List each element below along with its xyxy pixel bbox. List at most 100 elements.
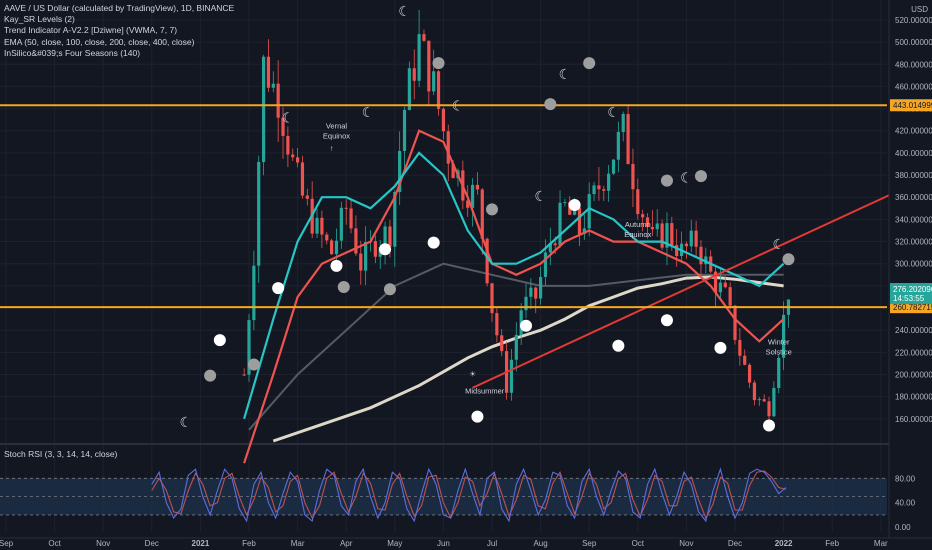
candle-body[interactable] [641, 214, 645, 218]
candle-body[interactable] [699, 246, 703, 265]
candle-body[interactable] [602, 189, 606, 191]
candle-body[interactable] [325, 234, 329, 241]
candle-body[interactable] [349, 208, 353, 229]
candle-body[interactable] [529, 287, 533, 297]
candle-body[interactable] [427, 40, 431, 92]
candle-body[interactable] [509, 359, 514, 393]
candle-body[interactable] [490, 283, 494, 314]
candle-body[interactable] [330, 240, 334, 255]
candle-body[interactable] [767, 401, 771, 417]
price-tick-label: 500.000000 [895, 38, 932, 47]
candle-body[interactable] [344, 207, 348, 209]
candle-body[interactable] [762, 399, 766, 402]
price-tick-label: 400.000000 [895, 149, 932, 158]
candle-body[interactable] [636, 189, 640, 215]
legend-four-seasons[interactable]: InSilico&#039;s Four Seasons (140) [4, 48, 234, 59]
candle-body[interactable] [446, 131, 450, 164]
candle-body[interactable] [252, 265, 256, 321]
candle-body[interactable] [616, 131, 620, 160]
candle-body[interactable] [261, 56, 266, 162]
candle-body[interactable] [266, 56, 271, 88]
candle-body[interactable] [553, 243, 557, 246]
candle-body[interactable] [597, 185, 601, 190]
candle-body[interactable] [257, 161, 261, 266]
legend-title: AAVE / US Dollar (calculated by TradingV… [4, 3, 235, 13]
candle-body[interactable] [539, 276, 543, 299]
candle-body[interactable] [558, 202, 562, 246]
time-tick-label: Dec [145, 539, 159, 548]
candle-body[interactable] [689, 230, 693, 247]
candle-body[interactable] [388, 226, 392, 247]
candle-body[interactable] [300, 162, 305, 196]
legend-trend-indicator[interactable]: Trend Indicator A-V2.2 [Dziwne] (VWMA, 7… [4, 25, 234, 36]
candle-body[interactable] [543, 252, 548, 277]
candle-body[interactable] [684, 243, 688, 247]
candle-body[interactable] [747, 364, 752, 383]
candle-body[interactable] [607, 173, 611, 191]
candle-body[interactable] [611, 159, 616, 174]
candle-body[interactable] [339, 207, 343, 241]
candle-body[interactable] [660, 223, 664, 248]
candle-body[interactable] [738, 339, 742, 356]
candle-body[interactable] [402, 109, 407, 151]
candle-body[interactable] [670, 223, 674, 246]
candle-body[interactable] [305, 195, 309, 199]
legend-ema[interactable]: EMA (50, close, 100, close, 200, close, … [4, 37, 234, 48]
candle-body[interactable] [777, 357, 781, 388]
legend-sr-levels[interactable]: Kay_SR Levels (2) [4, 14, 234, 25]
crescent-moon-marker: ☾ [398, 4, 411, 20]
candle-body[interactable] [296, 157, 300, 163]
rsi-tick-label: 40.00 [895, 499, 916, 508]
candle-body[interactable] [495, 313, 499, 336]
candle-body[interactable] [728, 287, 732, 306]
candle-body[interactable] [743, 355, 747, 365]
candle-body[interactable] [276, 83, 280, 118]
crescent-moon-marker: ☾ [772, 237, 785, 253]
candle-body[interactable] [587, 194, 591, 229]
candle-body[interactable] [514, 334, 518, 360]
candle-body[interactable] [359, 253, 363, 271]
candle-body[interactable] [752, 382, 757, 401]
candle-body[interactable] [757, 399, 761, 401]
candle-body[interactable] [733, 305, 737, 340]
candle-body[interactable] [475, 184, 480, 190]
candle-body[interactable] [563, 202, 567, 204]
candle-body[interactable] [373, 241, 377, 257]
candle-body[interactable] [432, 71, 436, 92]
candle-body[interactable] [718, 282, 723, 293]
candle-body[interactable] [772, 387, 776, 417]
candle-body[interactable] [626, 113, 630, 164]
candle-body[interactable] [412, 68, 416, 81]
candle-body[interactable] [621, 113, 625, 132]
candle-body[interactable] [417, 34, 421, 81]
stoch-rsi-legend[interactable]: Stoch RSI (3, 3, 14, 14, close) [4, 449, 117, 459]
candle-body[interactable] [650, 227, 654, 230]
candle-body[interactable] [334, 240, 339, 255]
candle-body[interactable] [364, 242, 368, 271]
candle-body[interactable] [422, 34, 426, 41]
candle-body[interactable] [500, 335, 504, 352]
crescent-moon-marker: ☾ [180, 415, 193, 431]
candle-body[interactable] [694, 230, 698, 247]
candle-body[interactable] [631, 163, 635, 190]
price-tick-label: 360.000000 [895, 193, 932, 202]
candle-body[interactable] [286, 135, 290, 155]
sun-marker [660, 314, 673, 327]
candle-body[interactable] [592, 185, 596, 195]
candle-body[interactable] [655, 223, 659, 230]
candle-body[interactable] [315, 217, 319, 234]
time-tick-label: Oct [48, 539, 61, 548]
candle-body[interactable] [577, 207, 582, 235]
price-tick-label: 340.000000 [895, 215, 932, 224]
candle-body[interactable] [271, 83, 275, 88]
trading-chart[interactable]: ☾☾☾ ☾☾☾☾☾☾☾VernalEquinox↑Midsummer☀Autumn… [0, 0, 932, 550]
candle-body[interactable] [291, 154, 295, 158]
candle-body[interactable] [407, 68, 411, 110]
candle-body[interactable] [524, 296, 528, 311]
candle-body[interactable] [242, 374, 246, 376]
candle-body[interactable] [320, 217, 324, 235]
candle-body[interactable] [723, 282, 727, 288]
candle-body[interactable] [534, 287, 538, 299]
candle-body[interactable] [436, 71, 441, 109]
candle-body[interactable] [441, 108, 445, 132]
